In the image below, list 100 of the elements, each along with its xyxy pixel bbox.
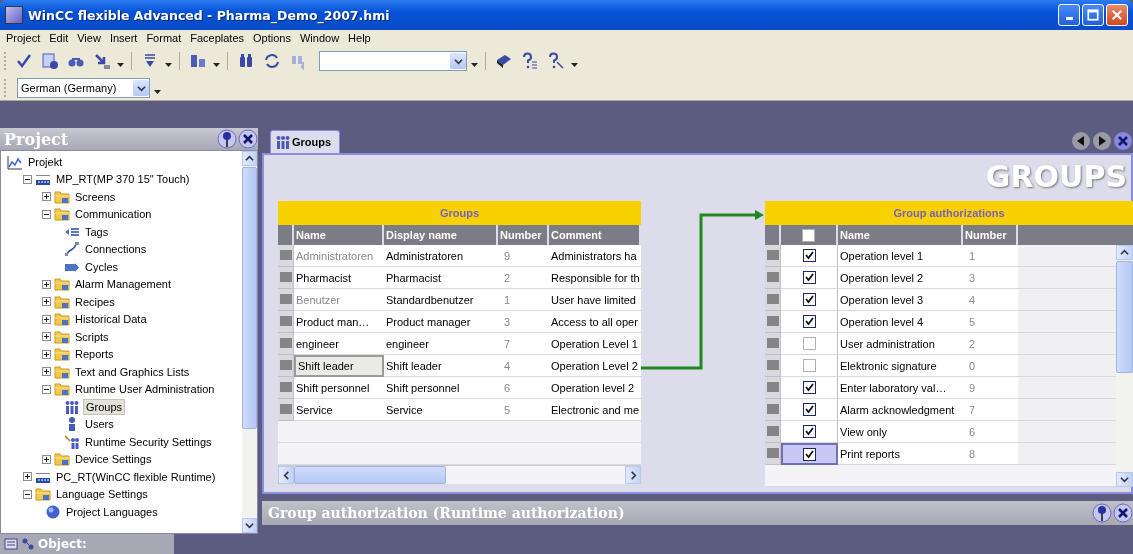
caret-icon[interactable] (571, 63, 578, 67)
tree-item[interactable]: Projekt (26, 154, 65, 169)
row-header[interactable] (765, 421, 781, 443)
editor-tab[interactable]: Groups (270, 130, 341, 153)
expand-icon[interactable] (23, 472, 32, 482)
row-header[interactable] (765, 245, 781, 267)
scrollbar[interactable] (278, 465, 641, 484)
tree-item[interactable]: MP_RT(MP 370 15" Touch) (54, 172, 192, 187)
arrow-right-icon[interactable] (628, 470, 638, 480)
checkbox[interactable] (803, 447, 816, 461)
menu-item[interactable]: View (77, 32, 101, 44)
row-header[interactable] (278, 245, 294, 267)
collapse-icon[interactable] (42, 384, 51, 394)
tree-item[interactable]: Screens (73, 189, 118, 204)
expand-icon[interactable] (42, 297, 51, 307)
close-icon[interactable] (1113, 503, 1133, 523)
column-header[interactable]: Name (838, 225, 961, 245)
expand-icon[interactable] (42, 332, 51, 342)
tree-item[interactable]: Connections (83, 242, 149, 257)
row-header[interactable] (278, 289, 294, 311)
tree-item[interactable]: PC_RT(WinCC flexible Runtime) (54, 469, 218, 484)
row-header[interactable] (278, 311, 294, 333)
checkbox[interactable] (802, 337, 816, 350)
expand-icon[interactable] (42, 192, 51, 202)
column-header[interactable]: Number (498, 225, 547, 245)
tree-item[interactable]: Scripts (73, 329, 111, 344)
expand-icon[interactable] (42, 367, 51, 377)
row-header[interactable] (278, 399, 294, 421)
column-header[interactable]: Display name (384, 225, 496, 245)
caret-icon[interactable] (165, 63, 172, 67)
tree-item[interactable]: Reports (73, 347, 116, 362)
arrow-up-icon[interactable] (245, 154, 254, 163)
caret-icon[interactable] (117, 63, 124, 67)
row-header[interactable] (765, 311, 781, 333)
row-header[interactable] (278, 377, 294, 399)
book-icon[interactable] (495, 52, 513, 70)
checkbox[interactable] (802, 228, 815, 242)
tree-item[interactable]: Device Settings (73, 452, 154, 467)
expand-icon[interactable] (42, 454, 51, 464)
arrow-down-icon[interactable] (245, 521, 254, 530)
row-header[interactable] (278, 267, 294, 289)
row-header[interactable] (765, 289, 781, 311)
tree-item[interactable]: Runtime User Administration (73, 382, 217, 397)
row-header[interactable] (278, 333, 294, 355)
previous-icon[interactable] (1071, 130, 1091, 151)
tree-item[interactable]: Tags (83, 224, 111, 239)
checkbox[interactable] (802, 271, 816, 284)
menu-item[interactable]: Project (6, 32, 41, 44)
tree-item[interactable]: Recipes (73, 294, 117, 309)
collapse-icon[interactable] (23, 174, 32, 184)
tree-item[interactable]: Cycles (83, 259, 120, 274)
arrow-down-icon[interactable] (453, 56, 463, 66)
tree-item[interactable]: Text and Graphics Lists (73, 364, 192, 379)
download-icon[interactable] (93, 52, 111, 70)
checkbox[interactable] (802, 359, 816, 372)
caret-icon[interactable] (471, 63, 478, 67)
collapse-icon[interactable] (23, 489, 32, 499)
tree-item[interactable]: Historical Data (73, 312, 149, 327)
checkbox[interactable] (802, 293, 816, 306)
row-header[interactable] (765, 377, 781, 399)
screen-icon[interactable] (41, 52, 59, 70)
help-icon[interactable] (521, 52, 539, 70)
row-header[interactable] (278, 355, 294, 377)
checkbox[interactable] (802, 315, 816, 328)
checkbox[interactable] (802, 425, 816, 438)
column-header[interactable]: Comment (549, 225, 639, 245)
binoculars-icon[interactable] (237, 52, 255, 70)
row-header[interactable] (765, 267, 781, 289)
context-help-icon[interactable] (547, 52, 565, 70)
tree-item[interactable]: Runtime Security Settings (83, 434, 214, 449)
tree-item[interactable]: Users (83, 417, 116, 432)
replace-icon[interactable] (263, 52, 281, 70)
pin-icon[interactable] (1092, 503, 1112, 523)
menu-item[interactable]: Faceplates (190, 32, 245, 44)
scrollbar[interactable] (1116, 245, 1133, 487)
tree-item[interactable]: Project Languages (64, 504, 160, 519)
column-header[interactable]: Name (294, 225, 382, 245)
close-icon[interactable] (238, 129, 258, 149)
arrow-left-icon[interactable] (281, 470, 291, 480)
menu-item[interactable]: Edit (49, 32, 69, 44)
dropdown-field[interactable] (319, 51, 467, 71)
checkbox[interactable] (802, 249, 816, 262)
menu-item[interactable]: Insert (109, 32, 138, 44)
scrollbar[interactable] (242, 151, 257, 533)
pin-icon[interactable] (217, 129, 237, 149)
row-header[interactable] (765, 399, 781, 421)
menu-item[interactable]: Options (253, 32, 291, 44)
tree-item[interactable]: Language Settings (54, 487, 150, 502)
arrow-down-icon[interactable] (136, 83, 146, 93)
expand-icon[interactable] (42, 314, 51, 324)
caret-icon[interactable] (154, 90, 161, 94)
column-header[interactable] (781, 225, 836, 245)
menu-item[interactable]: Window (299, 32, 340, 44)
column-header[interactable]: Number (963, 225, 1016, 245)
arrow-up-icon[interactable] (1120, 248, 1129, 257)
language-select[interactable]: German (Germany) (17, 78, 150, 98)
caret-icon[interactable] (213, 63, 220, 67)
checkbox[interactable] (802, 381, 816, 394)
row-header[interactable] (765, 443, 781, 465)
tree-item[interactable]: Communication (73, 207, 154, 222)
